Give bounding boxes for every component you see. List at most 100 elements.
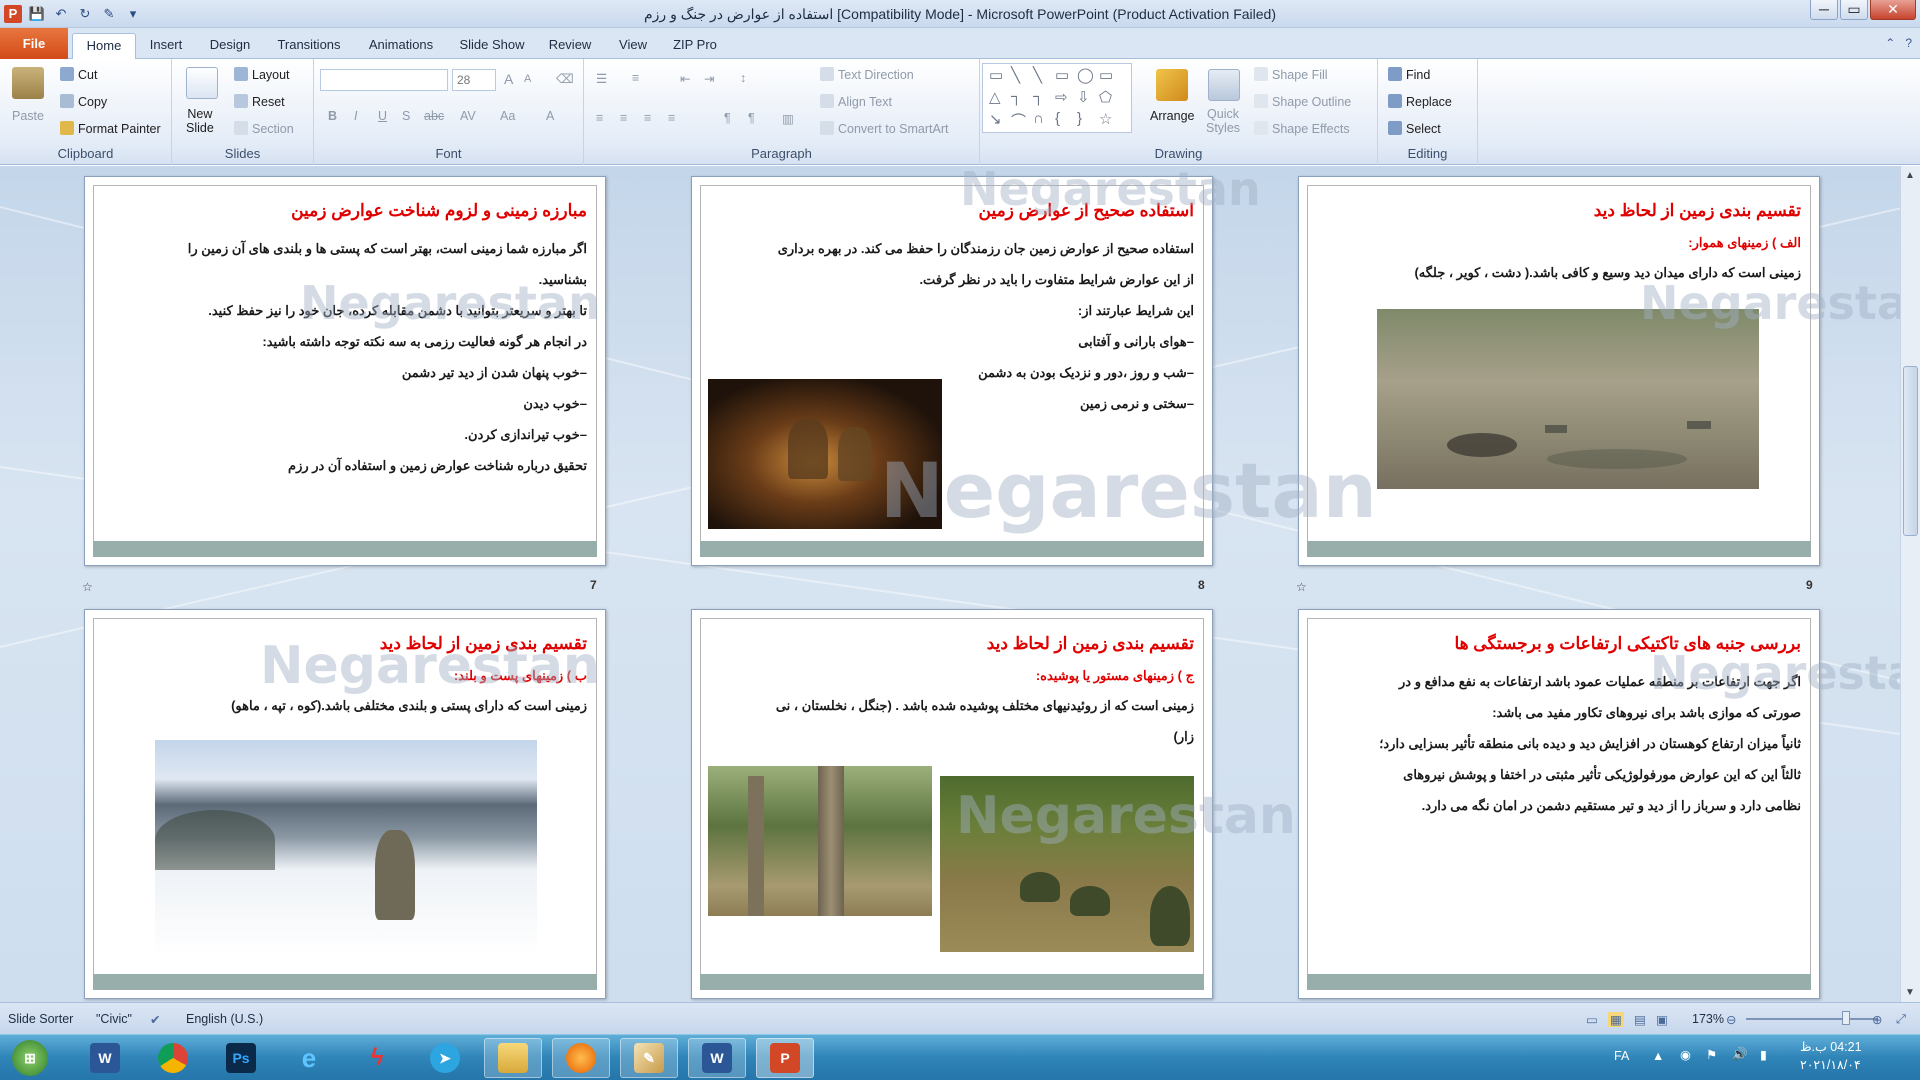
font-color-icon[interactable]: A (546, 109, 554, 123)
scroll-down-icon[interactable]: ▼ (1905, 987, 1915, 998)
reset-button[interactable]: Reset (252, 95, 285, 109)
scrollbar-thumb[interactable] (1903, 366, 1918, 536)
taskbar-app-word-open[interactable]: W (688, 1038, 746, 1078)
text-direction-button[interactable]: Text Direction (838, 68, 914, 82)
vertical-scrollbar[interactable]: ▲ ▼ (1900, 166, 1920, 1002)
cut-button[interactable]: Cut (78, 68, 97, 82)
zoom-out-icon[interactable]: ⊖ (1726, 1012, 1736, 1027)
taskbar-app-flash[interactable]: ϟ (348, 1038, 406, 1078)
grow-font-icon[interactable]: A (504, 71, 513, 87)
tab-design[interactable]: Design (200, 33, 260, 59)
tab-home[interactable]: Home (72, 33, 136, 59)
fit-to-window-icon[interactable]: ⤢ (1896, 1012, 1906, 1027)
slide-thumbnail-12[interactable]: بررسی جنبه های تاکتیکی ارتفاعات و برجستگ… (1298, 609, 1820, 999)
reading-view-icon[interactable]: ▤ (1634, 1012, 1646, 1027)
shrink-font-icon[interactable]: A (524, 73, 531, 85)
font-size-box[interactable]: 28 (452, 69, 496, 91)
taskbar-app-powerpoint[interactable]: P (756, 1038, 814, 1078)
numbering-icon[interactable]: ≡ (632, 71, 639, 85)
char-spacing-icon[interactable]: AV (460, 109, 476, 123)
normal-view-icon[interactable]: ▭ (1586, 1012, 1598, 1027)
zoom-in-icon[interactable]: ⊕ (1872, 1012, 1882, 1027)
taskbar-app-photoshop[interactable]: Ps (212, 1038, 270, 1078)
paste-icon[interactable] (12, 67, 44, 99)
tab-insert[interactable]: Insert (140, 33, 192, 59)
rtl-icon[interactable]: ¶ (748, 111, 755, 125)
tab-transitions[interactable]: Transitions (268, 33, 350, 59)
line-spacing-icon[interactable]: ↕ (740, 71, 746, 85)
shape-fill-button[interactable]: Shape Fill (1272, 68, 1328, 82)
minimize-button[interactable]: ─ (1810, 0, 1838, 20)
select-button[interactable]: Select (1406, 122, 1441, 136)
shapes-gallery[interactable]: ▭ ╲ ╲ ▭ ◯ ▭ △ ┐ ┐ ⇨ ⇩ ⬠ ↘ ⌒ ∩{} ☆ (982, 63, 1132, 133)
change-case-icon[interactable]: Aa (500, 109, 515, 123)
slide-sorter-view-icon[interactable]: ▦ (1608, 1012, 1624, 1027)
maximize-button[interactable]: ▭ (1840, 0, 1868, 20)
network-colorful-icon[interactable]: ◉ (1680, 1047, 1691, 1062)
align-center-icon[interactable]: ≡ (620, 111, 627, 125)
transition-star-icon[interactable]: ☆ (1296, 580, 1307, 594)
scroll-up-icon[interactable]: ▲ (1905, 170, 1915, 181)
replace-button[interactable]: Replace (1406, 95, 1452, 109)
slide-show-icon[interactable]: ▣ (1656, 1012, 1668, 1027)
tab-file[interactable]: File (0, 28, 68, 59)
new-slide-label-2[interactable]: Slide (186, 121, 214, 135)
slide-thumbnail-10[interactable]: تقسیم بندی زمین از لحاظ دید ب ) زمینهای … (84, 609, 606, 999)
arrange-button[interactable]: Arrange (1150, 109, 1194, 123)
clock-date[interactable]: ۲۰۲۱/۱۸/۰۴ (1800, 1057, 1861, 1072)
bullets-icon[interactable]: ☰ (596, 71, 607, 86)
help-icon[interactable]: ? (1905, 36, 1912, 50)
taskbar-app-firefox[interactable] (552, 1038, 610, 1078)
show-hidden-icons-icon[interactable]: ▲ (1652, 1049, 1664, 1063)
slide-sorter-pane[interactable]: مبارزه زمینی و لزوم شناخت عوارض زمین اگر… (0, 166, 1900, 1002)
input-language[interactable]: FA (1614, 1049, 1629, 1063)
tab-review[interactable]: Review (542, 33, 598, 59)
taskbar-app-chrome[interactable] (144, 1038, 202, 1078)
tab-zip-pro[interactable]: ZIP Pro (666, 33, 724, 59)
taskbar-app-explorer[interactable] (484, 1038, 542, 1078)
clock-time[interactable]: 04:21 ب.ظ (1800, 1039, 1862, 1054)
zoom-slider-thumb[interactable] (1842, 1011, 1850, 1025)
align-text-button[interactable]: Align Text (838, 95, 892, 109)
slide-thumbnail-9[interactable]: تقسیم بندی زمین از لحاظ دید الف ) زمینها… (1298, 176, 1820, 566)
paste-button[interactable]: Paste (12, 109, 44, 123)
tab-slide-show[interactable]: Slide Show (452, 33, 532, 59)
new-slide-icon[interactable] (186, 67, 218, 99)
theme-name[interactable]: "Civic" (96, 1012, 132, 1026)
start-button[interactable]: ⊞ (4, 1038, 56, 1078)
align-right-icon[interactable]: ≡ (644, 111, 651, 125)
taskbar-app-telegram[interactable]: ➤ (416, 1038, 474, 1078)
spell-check-icon[interactable]: ✔ (150, 1012, 160, 1027)
taskbar-app-paint[interactable]: ✎ (620, 1038, 678, 1078)
action-center-icon[interactable]: ⚑ (1706, 1047, 1717, 1062)
ltr-icon[interactable]: ¶ (724, 111, 731, 125)
underline-icon[interactable]: U (378, 109, 387, 123)
convert-smartart-button[interactable]: Convert to SmartArt (838, 122, 948, 136)
tab-animations[interactable]: Animations (360, 33, 442, 59)
slide-thumbnail-11[interactable]: تقسیم بندی زمین از لحاظ دید ج ) زمینهای … (691, 609, 1213, 999)
justify-icon[interactable]: ≡ (668, 111, 675, 125)
shape-effects-button[interactable]: Shape Effects (1272, 122, 1350, 136)
taskbar-app-ie[interactable]: e (280, 1038, 338, 1078)
language[interactable]: English (U.S.) (186, 1012, 263, 1026)
section-button[interactable]: Section (252, 122, 294, 136)
italic-icon[interactable]: I (354, 109, 357, 123)
slide-thumbnail-8[interactable]: استفاده صحیح از عوارض زمین استفاده صحیح … (691, 176, 1213, 566)
clear-formatting-icon[interactable]: ⌫ (556, 71, 574, 86)
volume-icon[interactable]: 🔊 (1732, 1047, 1748, 1062)
find-button[interactable]: Find (1406, 68, 1430, 82)
decrease-indent-icon[interactable]: ⇤ (680, 71, 690, 86)
quick-styles-label-1[interactable]: Quick (1207, 107, 1239, 121)
copy-button[interactable]: Copy (78, 95, 107, 109)
increase-indent-icon[interactable]: ⇥ (704, 71, 714, 86)
align-left-icon[interactable]: ≡ (596, 111, 603, 125)
quick-styles-label-2[interactable]: Styles (1206, 121, 1240, 135)
slide-thumbnail-7[interactable]: مبارزه زمینی و لزوم شناخت عوارض زمین اگر… (84, 176, 606, 566)
columns-icon[interactable]: ▥ (782, 111, 794, 126)
collapse-ribbon-icon[interactable]: ⌃ (1885, 36, 1895, 50)
font-name-box[interactable] (320, 69, 448, 91)
zoom-slider[interactable] (1746, 1018, 1878, 1020)
close-button[interactable]: ✕ (1870, 0, 1916, 20)
taskbar-app-word[interactable]: W (76, 1038, 134, 1078)
strikethrough-icon[interactable]: abc (424, 109, 444, 123)
